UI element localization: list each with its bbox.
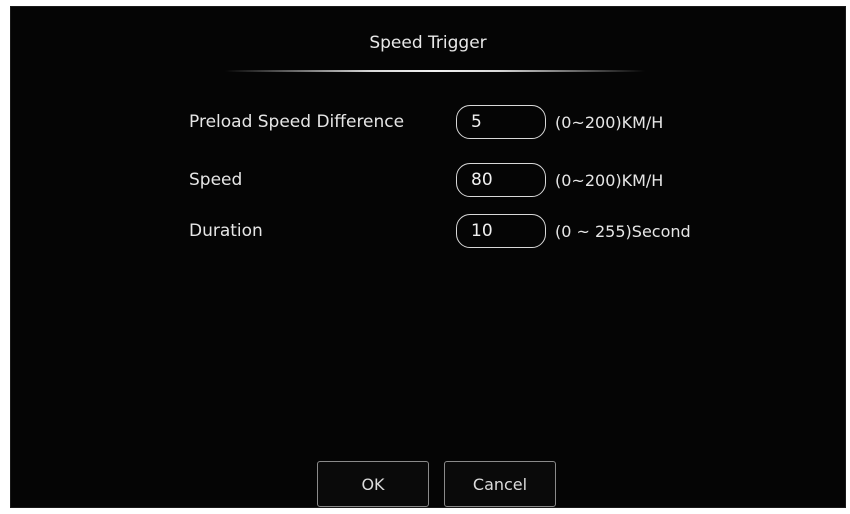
duration-row: Duration (0 ~ 255)Second [11,214,845,250]
speed-range: (0~200)KM/H [555,171,664,190]
duration-range: (0 ~ 255)Second [555,222,691,241]
preload-speed-difference-input[interactable] [456,105,546,139]
speed-row: Speed (0~200)KM/H [11,163,845,199]
speed-label: Speed [189,170,243,190]
preload-speed-difference-row: Preload Speed Difference (0~200)KM/H [11,105,845,141]
dialog-title: Speed Trigger [369,33,487,53]
duration-label: Duration [189,221,263,241]
speed-trigger-dialog: Speed Trigger Preload Speed Difference (… [10,6,846,508]
title-divider [225,70,645,72]
cancel-button[interactable]: Cancel [444,461,556,507]
preload-speed-difference-range: (0~200)KM/H [555,113,664,132]
duration-input[interactable] [456,214,546,248]
preload-speed-difference-label: Preload Speed Difference [189,112,405,132]
ok-button[interactable]: OK [317,461,429,507]
speed-input[interactable] [456,163,546,197]
